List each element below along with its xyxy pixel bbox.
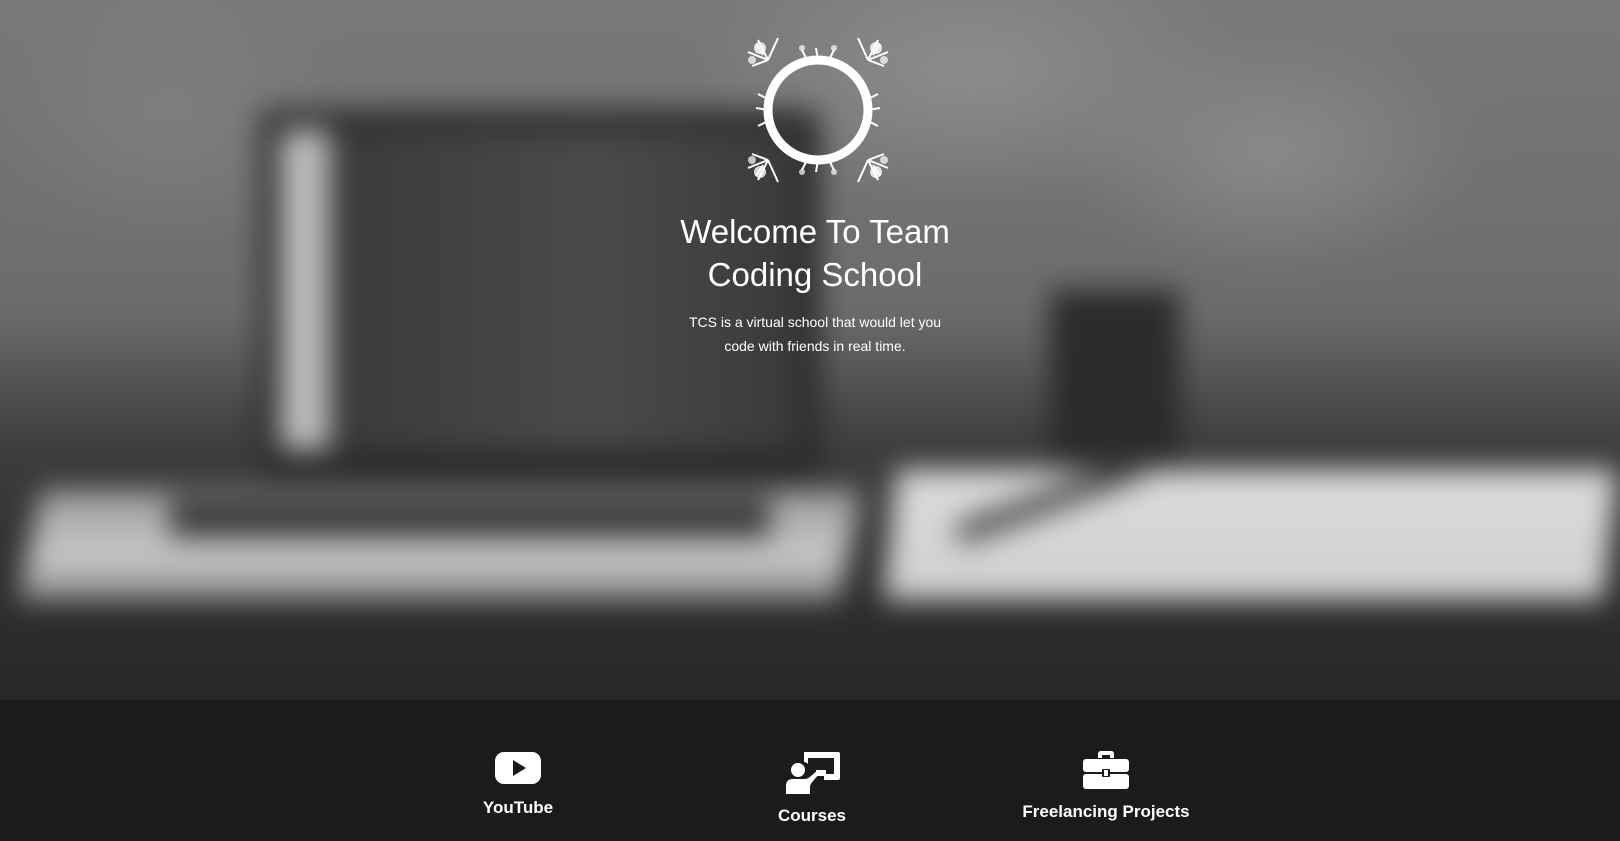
page-title: Welcome To Team Coding School [680, 213, 950, 293]
service-courses-label: Courses [777, 806, 847, 825]
chalkboard-teacher-icon [786, 752, 840, 794]
service-youtube[interactable]: YouTube [408, 750, 628, 818]
hero-section: Welcome To Team Coding School TCS is a v… [0, 0, 1620, 700]
services-section: YouTube Courses Freelancing Projects [0, 700, 1620, 841]
service-youtube-label: YouTube [482, 798, 554, 817]
youtube-icon [495, 752, 541, 784]
briefcase-icon [1083, 751, 1129, 789]
service-freelancing-label: Freelancing Projects [1022, 802, 1190, 821]
service-courses[interactable]: Courses [702, 750, 922, 826]
tree-ring-logo-icon [747, 37, 889, 183]
hero-tagline: TCS is a virtual school that would let y… [688, 314, 942, 354]
service-freelancing[interactable]: Freelancing Projects [996, 750, 1216, 822]
